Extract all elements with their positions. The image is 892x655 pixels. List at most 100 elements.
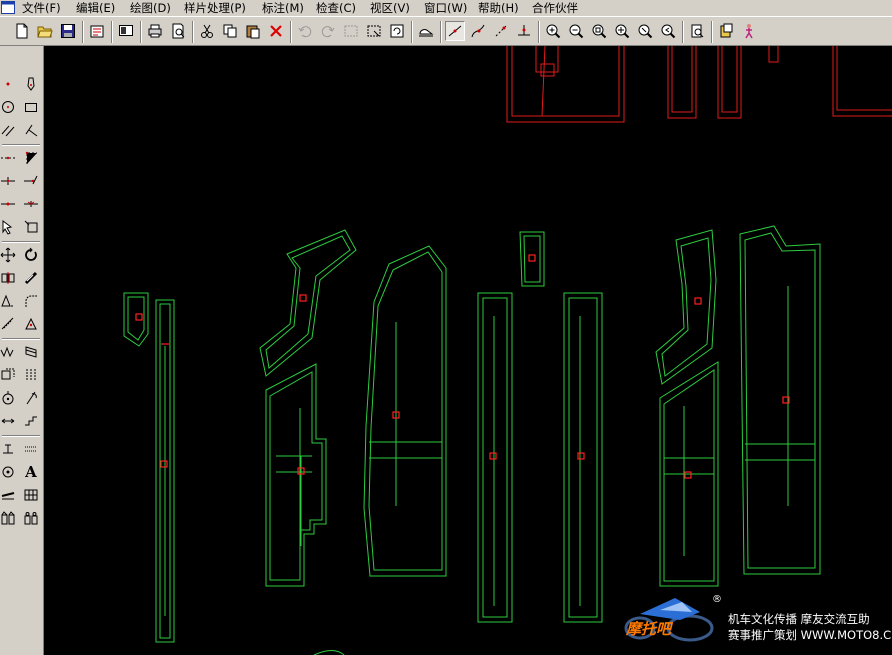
draw-line-button[interactable]: [445, 21, 465, 41]
copy-button[interactable]: [220, 21, 240, 41]
round-corner-icon: [25, 295, 37, 307]
menu-item[interactable]: 标注(M): [262, 0, 304, 16]
pattern-piece[interactable]: [259, 229, 357, 377]
zoom-in-button[interactable]: [543, 21, 563, 41]
join-line-button[interactable]: [21, 194, 41, 214]
save-disk-button[interactable]: [58, 21, 78, 41]
zoom-prev-button[interactable]: [658, 21, 678, 41]
seam-button[interactable]: [0, 365, 18, 385]
pen-tool-button[interactable]: [21, 74, 41, 94]
step-icon: [25, 416, 37, 426]
parallel-line-icon: [1, 125, 15, 137]
edit-node-button[interactable]: [21, 217, 41, 237]
undo-button[interactable]: [295, 21, 315, 41]
select-rect-button[interactable]: [341, 21, 361, 41]
cross-line-button[interactable]: [0, 171, 18, 191]
pattern-piece[interactable]: [363, 245, 447, 577]
find-button[interactable]: [687, 21, 707, 41]
dart-button[interactable]: [0, 291, 18, 311]
angle-line-button[interactable]: [21, 120, 41, 140]
pattern-piece[interactable]: [477, 292, 513, 623]
new-file-button[interactable]: [12, 21, 32, 41]
zoom-fit-button[interactable]: [589, 21, 609, 41]
redo-button[interactable]: [318, 21, 338, 41]
pattern-piece[interactable]: [519, 231, 545, 287]
point-button[interactable]: [491, 21, 511, 41]
menu-item[interactable]: 文件(F): [22, 0, 61, 16]
layout-button[interactable]: [116, 21, 136, 41]
fold-button[interactable]: [21, 342, 41, 362]
text-a-button[interactable]: A: [21, 462, 41, 482]
print-button[interactable]: [145, 21, 165, 41]
point-tool-button[interactable]: [0, 74, 18, 94]
delete-icon: [270, 25, 282, 37]
delete-button[interactable]: [266, 21, 286, 41]
rotate-button[interactable]: [21, 245, 41, 265]
person-button[interactable]: [739, 21, 759, 41]
pattern-piece[interactable]: [265, 363, 327, 587]
rectangle-tool-button[interactable]: [21, 97, 41, 117]
menu-bar: 文件(F) 编辑(E) 绘图(D) 样片处理(P) 标注(M) 检查(C) 视区(V) 窗口(…: [0, 0, 892, 16]
slash-line-button[interactable]: [21, 171, 41, 191]
print-preview-button[interactable]: [168, 21, 188, 41]
parallel-line-button[interactable]: [0, 120, 18, 140]
circle-tool-button[interactable]: [0, 97, 18, 117]
piece-button[interactable]: [21, 508, 41, 528]
piece-property-button[interactable]: [87, 21, 107, 41]
grade-button[interactable]: [0, 508, 18, 528]
dash-line-button[interactable]: [0, 148, 18, 168]
menu-item[interactable]: 检查(C): [316, 0, 356, 16]
pattern-piece[interactable]: [739, 225, 821, 575]
button-button[interactable]: [0, 388, 18, 408]
open-folder-button[interactable]: [35, 21, 55, 41]
pattern-piece[interactable]: [655, 229, 717, 385]
buttonhole-button[interactable]: [21, 388, 41, 408]
menu-item[interactable]: 视区(V): [370, 0, 410, 16]
pattern-piece[interactable]: [659, 361, 719, 587]
move-cross-button[interactable]: [0, 245, 18, 265]
pattern-canvas[interactable]: [44, 46, 892, 655]
export-button[interactable]: [716, 21, 736, 41]
notch-button[interactable]: [21, 365, 41, 385]
ruler-button[interactable]: [0, 314, 18, 334]
select-all-button[interactable]: [364, 21, 384, 41]
drill-hole-button[interactable]: [0, 462, 18, 482]
off-screen-pieces: [506, 46, 892, 123]
refresh-button[interactable]: [387, 21, 407, 41]
menu-item[interactable]: 合作伙伴: [532, 0, 578, 16]
watermark-line-1: 机车文化传播 摩友交流互助: [728, 612, 870, 626]
menu-item[interactable]: 绘图(D): [130, 0, 171, 16]
mirror-button[interactable]: [0, 268, 18, 288]
menu-item[interactable]: 样片处理(P): [184, 0, 246, 16]
tape-button[interactable]: [0, 485, 18, 505]
triangle-button[interactable]: [21, 314, 41, 334]
round-corner-button[interactable]: [21, 291, 41, 311]
select-pointer-button[interactable]: [0, 217, 18, 237]
flip-button[interactable]: [21, 268, 41, 288]
pattern-piece[interactable]: [563, 292, 603, 623]
zoom-move-button[interactable]: [612, 21, 632, 41]
step-button[interactable]: [21, 411, 41, 431]
curve-button[interactable]: [468, 21, 488, 41]
registered-mark: ®: [712, 594, 722, 605]
pleat-button[interactable]: [0, 342, 18, 362]
person-icon: [745, 24, 753, 39]
t-mark-button[interactable]: [0, 439, 18, 459]
menu-item[interactable]: 帮助(H): [478, 0, 519, 16]
select-all-icon: [367, 25, 381, 37]
menu-item[interactable]: 编辑(E): [76, 0, 115, 16]
paste-button[interactable]: [243, 21, 263, 41]
select-pointer-icon: [2, 220, 13, 235]
dotted-line-button[interactable]: [21, 439, 41, 459]
grid-button[interactable]: [21, 485, 41, 505]
pattern-piece[interactable]: [155, 299, 175, 643]
corner-line-button[interactable]: [21, 148, 41, 168]
cloud-button[interactable]: [416, 21, 436, 41]
cut-button[interactable]: [197, 21, 217, 41]
split-line-button[interactable]: [0, 194, 18, 214]
grain-button[interactable]: [0, 411, 18, 431]
measure-button[interactable]: [514, 21, 534, 41]
menu-item[interactable]: 窗口(W): [424, 0, 467, 16]
zoom-window-button[interactable]: [635, 21, 655, 41]
zoom-out-button[interactable]: [566, 21, 586, 41]
